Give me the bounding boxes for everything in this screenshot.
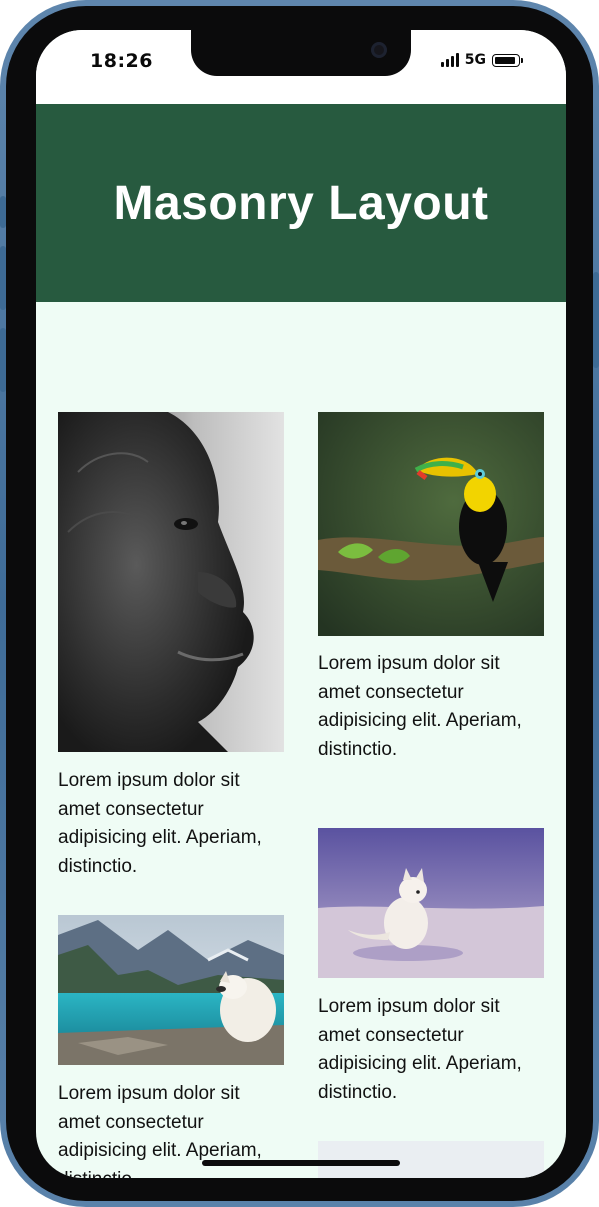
volume-up-button <box>0 246 6 310</box>
volume-down-button <box>0 328 6 392</box>
home-indicator[interactable] <box>202 1160 400 1166</box>
front-camera <box>371 42 387 58</box>
page-header: Masonry Layout <box>36 104 566 302</box>
power-button <box>593 272 599 368</box>
dynamic-island <box>191 30 411 76</box>
card-caption: Lorem ipsum dolor sit amet consectetur a… <box>318 653 522 760</box>
network-type: 5G <box>464 52 486 68</box>
screen: 18:26 5G Masonry Layout Lorem ipsum dolo… <box>36 30 566 1178</box>
status-indicators: 5G <box>440 52 523 68</box>
phone-device: 18:26 5G Masonry Layout Lorem ipsum dolo… <box>0 0 599 1207</box>
arctic-fox-photo <box>318 828 544 978</box>
status-time: 18:26 <box>90 50 153 72</box>
card-caption: Lorem ipsum dolor sit amet consectetur a… <box>318 996 522 1103</box>
card-caption: Lorem ipsum dolor sit amet consectetur a… <box>58 770 262 877</box>
toucan-photo <box>318 412 544 636</box>
signal-bars-icon <box>440 53 459 67</box>
battery-icon <box>492 53 523 67</box>
lake-dog-photo <box>58 915 284 1065</box>
page-title: Masonry Layout <box>113 176 489 230</box>
gorilla-photo <box>58 412 284 752</box>
action-button <box>0 196 6 228</box>
